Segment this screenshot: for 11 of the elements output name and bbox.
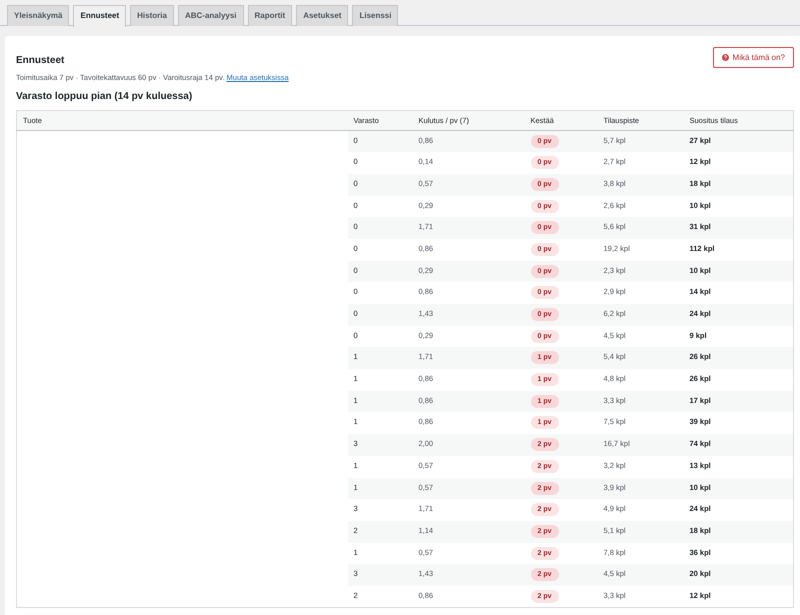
tab[interactable]: Lisenssi bbox=[352, 5, 398, 26]
tab[interactable]: Asetukset bbox=[296, 5, 348, 26]
tab[interactable]: Historia bbox=[130, 5, 174, 26]
tab[interactable]: Raportit bbox=[248, 5, 292, 26]
tab[interactable]: ABC-analyysi bbox=[178, 5, 244, 26]
help-button[interactable]: Mikä tämä on? bbox=[712, 47, 794, 68]
tab[interactable]: Ennusteet bbox=[73, 5, 126, 27]
tab[interactable]: Yleisnäkymä bbox=[7, 5, 70, 26]
panel-title: Ennusteet bbox=[16, 55, 66, 66]
question-icon bbox=[722, 54, 729, 61]
section-title: Varasto loppuu pian (14 pv kuluessa) bbox=[16, 91, 194, 102]
